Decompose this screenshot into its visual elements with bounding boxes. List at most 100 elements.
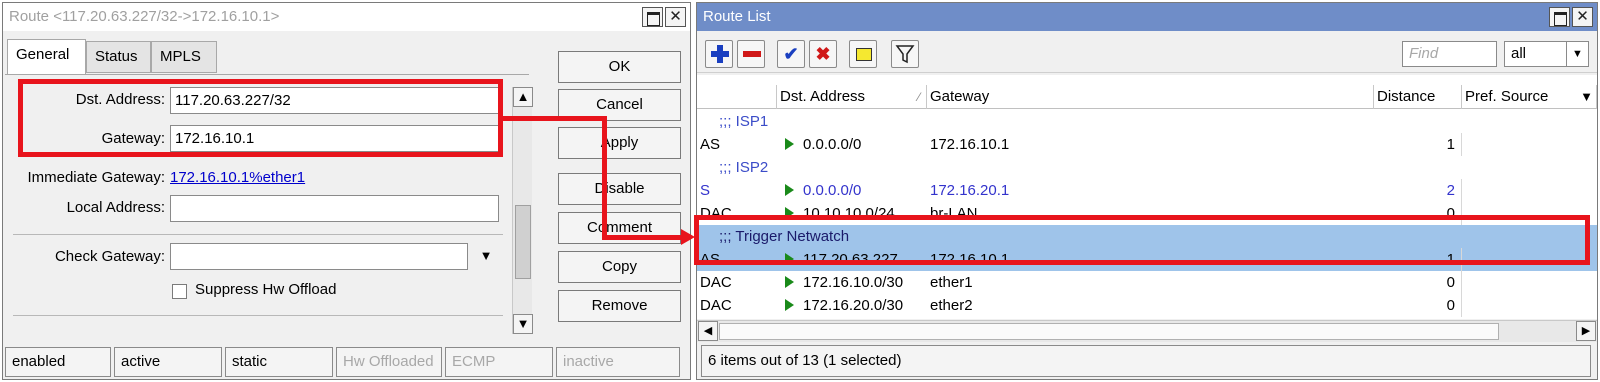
column-divider [1461,202,1462,225]
gateway-field[interactable]: 172.16.10.1 [170,125,499,152]
route-dst-text: 0.0.0.0/0 [803,136,862,153]
tab-general[interactable]: General [7,39,86,75]
status-ecmp: ECMP [445,347,553,377]
chevron-down-icon[interactable]: ▼ [1566,42,1588,66]
route-distance: 2 [1446,182,1455,199]
active-route-icon [785,184,794,196]
table-row[interactable]: DAC 172.16.20.0/30 ether2 0 [697,294,1597,317]
horizontal-scrollbar[interactable]: ◀ ▶ [697,320,1597,342]
route-flags: DAC [700,205,732,222]
enable-check-icon[interactable]: ✔ [777,40,805,68]
table-row[interactable]: AS 117.20.63.227 172.16.10.1 1 [697,248,1597,271]
filter-select-value: all [1511,45,1527,62]
table-row[interactable]: S 0.0.0.0/0 172.16.20.1 2 [697,179,1597,202]
comment-row[interactable]: ;;; ISP2 [697,156,1597,179]
status-inactive: inactive [556,347,680,377]
active-route-icon [785,299,794,311]
tab-status[interactable]: Status [86,41,151,73]
column-divider [1461,248,1462,271]
add-icon[interactable] [705,40,733,68]
filter-select[interactable]: all ▼ [1504,41,1589,67]
column-divider [1461,294,1462,317]
active-route-icon [785,207,794,219]
route-dst-text: 117.20.63.227 [803,251,898,268]
route-distance: 0 [1446,297,1455,314]
dialog-scrollbar[interactable]: ▲ ▼ [512,87,533,334]
route-gateway: ether2 [930,297,973,314]
table-row[interactable]: DAC 172.16.10.0/30 ether1 0 [697,271,1597,294]
active-route-icon [785,253,794,265]
immediate-gateway-link[interactable]: 172.16.10.1%ether1 [170,169,305,186]
active-route-icon [785,276,794,288]
close-icon[interactable]: ✕ [665,7,686,27]
route-dst-text: 0.0.0.0/0 [803,182,862,199]
table-row[interactable]: AS 0.0.0.0/0 172.16.10.1 1 [697,133,1597,156]
separator [13,315,503,316]
copy-button[interactable]: Copy [558,251,681,283]
ok-button[interactable]: OK [558,51,681,83]
disable-button[interactable]: Disable [558,173,681,205]
route-dst-text: 172.16.20.0/30 [803,297,904,314]
route-dialog-window: Route <117.20.63.227/32->172.16.10.1> ✕ … [2,2,691,380]
column-pref-source[interactable]: Pref. Source ▼ [1461,85,1597,109]
route-gateway: br-LAN [930,205,978,222]
chevron-down-icon[interactable]: ▼ [1580,85,1593,109]
route-dialog-titlebar[interactable]: Route <117.20.63.227/32->172.16.10.1> ✕ [3,3,690,31]
immediate-gateway-label: Immediate Gateway: [27,169,165,186]
dialog-statusbar: enabled active static Hw Offloaded ECMP … [5,347,688,377]
tab-mpls[interactable]: MPLS [151,41,217,73]
route-list-window: Route List ✕ ✔ ✖ Find all ▼ Dst. Address… [696,2,1598,380]
column-dst-address[interactable]: Dst. Address ⁄ [776,85,926,109]
active-route-icon [785,138,794,150]
scroll-thumb[interactable] [515,205,531,279]
comment-text: ;;; ISP1 [719,113,769,130]
scroll-left-icon[interactable]: ◀ [698,321,718,341]
maximize-icon[interactable] [1549,7,1570,27]
disable-x-icon[interactable]: ✖ [809,40,837,68]
comment-row[interactable]: ;;; Trigger Netwatch [697,225,1597,248]
local-address-field[interactable] [170,195,499,222]
close-icon[interactable]: ✕ [1572,7,1593,27]
scroll-right-icon[interactable]: ▶ [1576,321,1596,341]
comment-text: ;;; Trigger Netwatch [719,228,850,245]
scroll-up-icon[interactable]: ▲ [513,87,533,107]
maximize-icon[interactable] [642,7,663,27]
apply-button[interactable]: Apply [558,127,681,159]
route-dst-text: 172.16.10.0/30 [803,274,904,291]
route-gateway: 172.16.20.1 [930,182,1010,199]
remove-button[interactable]: Remove [558,290,681,322]
route-flags: DAC [700,297,732,314]
dst-address-field[interactable]: 117.20.63.227/32 [170,87,499,114]
annotation-arrowhead [681,229,695,245]
comment-row[interactable]: ;;; ISP1 [697,110,1597,133]
find-input[interactable]: Find [1402,41,1497,67]
route-list-titlebar[interactable]: Route List ✕ [697,3,1597,31]
route-list-toolbar: ✔ ✖ Find all ▼ [697,33,1597,73]
remove-icon[interactable] [737,40,765,68]
route-flags: AS [700,136,721,153]
table-header: Dst. Address ⁄ Gateway Distance Pref. So… [697,85,1597,109]
route-dst: 10.10.10.0/24 [785,202,895,225]
column-distance[interactable]: Distance [1373,85,1461,109]
check-gateway-label: Check Gateway: [54,248,165,265]
scroll-down-icon[interactable]: ▼ [513,314,533,334]
route-flags: AS [700,251,721,268]
route-dst: 0.0.0.0/0 [785,179,861,202]
comment-note-icon[interactable] [849,40,877,68]
sort-icon: ⁄ [917,90,920,104]
column-gateway[interactable]: Gateway [926,85,1373,109]
table-row[interactable]: DAC 10.10.10.0/24 br-LAN 0 [697,202,1597,225]
chevron-down-icon[interactable]: ▼ [475,248,497,266]
cancel-button[interactable]: Cancel [558,89,681,121]
check-gateway-select[interactable] [170,243,468,270]
suppress-hw-offload-checkbox[interactable] [172,284,187,299]
comment-button[interactable]: Comment [558,212,681,244]
route-gateway: 172.16.10.1 [930,136,1010,153]
scroll-thumb[interactable] [719,323,1499,340]
route-flags: DAC [700,274,732,291]
route-dst-text: 10.10.10.0/24 [803,205,895,222]
route-dst: 172.16.10.0/30 [785,271,903,294]
filter-icon[interactable] [891,40,919,68]
route-gateway: 172.16.10.1 [930,251,1010,268]
column-divider [1461,271,1462,294]
